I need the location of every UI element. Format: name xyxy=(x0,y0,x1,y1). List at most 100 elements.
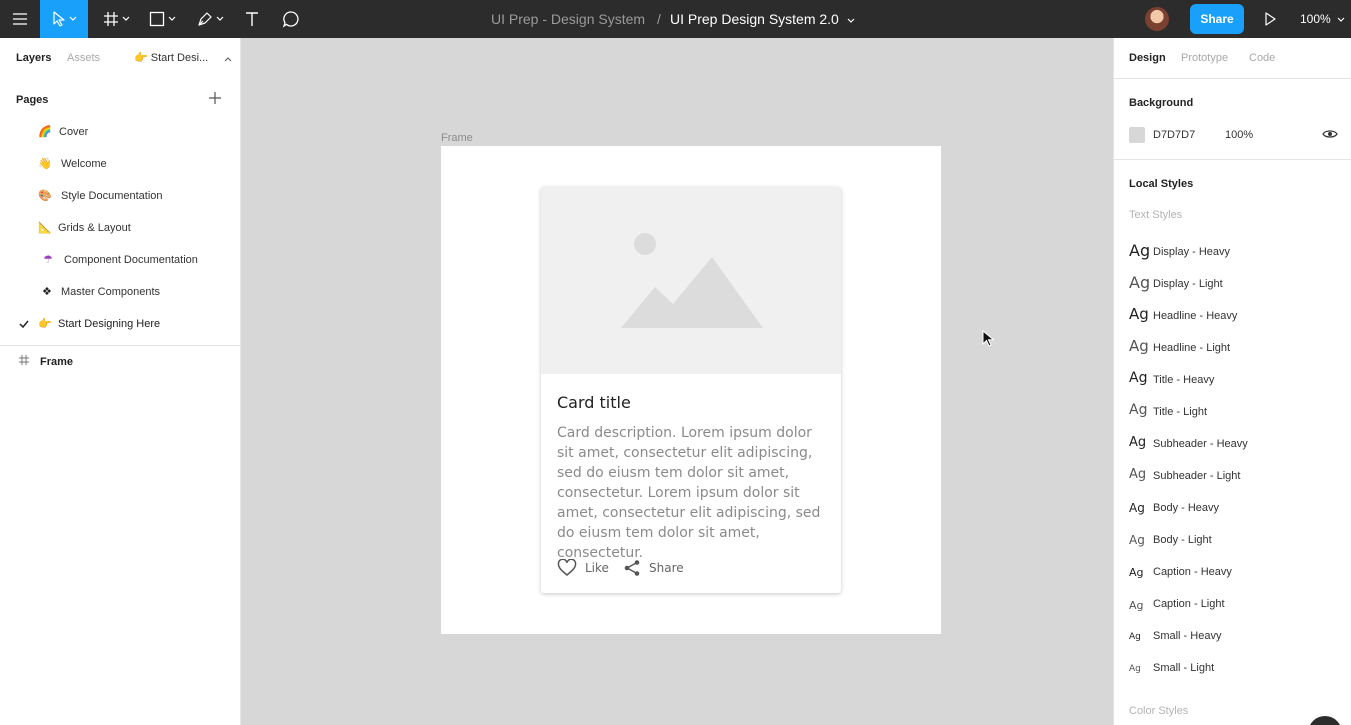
move-tool-button[interactable] xyxy=(40,0,88,38)
text-style-preview: Ag xyxy=(1129,305,1149,323)
text-style-preview: Ag xyxy=(1129,566,1144,579)
like-button[interactable]: Like xyxy=(557,558,609,578)
share-icon xyxy=(624,560,640,576)
pen-tool-button[interactable] xyxy=(190,0,230,38)
card-image-placeholder xyxy=(541,187,841,374)
triangular-ruler-icon: 📐 xyxy=(38,222,52,234)
text-style-title-heavy[interactable]: Ag Title - Heavy xyxy=(1114,364,1351,396)
eye-icon[interactable] xyxy=(1322,128,1338,140)
pen-icon xyxy=(197,12,212,26)
pages-heading: Pages xyxy=(16,94,49,106)
text-style-display-light[interactable]: Ag Display - Light xyxy=(1114,268,1351,300)
text-style-preview: Ag xyxy=(1129,273,1151,292)
text-style-label: Body - Light xyxy=(1153,534,1212,546)
text-style-subheader-light[interactable]: Ag Subheader - Light xyxy=(1114,460,1351,492)
image-placeholder-icon xyxy=(621,233,763,328)
file-name-dropdown[interactable]: UI Prep Design System 2.0 xyxy=(670,0,855,38)
page-label: Master Components xyxy=(61,286,161,298)
zoom-dropdown[interactable]: 100% xyxy=(1300,0,1345,38)
chevron-up-icon[interactable] xyxy=(224,56,232,62)
tab-layers[interactable]: Layers xyxy=(16,52,51,64)
page-item-grids-layout[interactable]: 📐 Grids & Layout xyxy=(0,212,240,244)
text-style-preview: Ag xyxy=(1129,467,1147,482)
card[interactable]: Card title Card description. Lorem ipsum… xyxy=(541,187,841,593)
page-item-start-designing-here[interactable]: 👉 Start Designing Here xyxy=(0,308,240,340)
text-style-label: Display - Heavy xyxy=(1153,246,1231,258)
text-style-title-light[interactable]: Ag Title - Light xyxy=(1114,396,1351,428)
project-name-link[interactable]: UI Prep - Design System xyxy=(491,0,645,38)
text-style-small-heavy[interactable]: Ag Small - Heavy xyxy=(1114,620,1351,652)
text-style-preview: Ag xyxy=(1129,402,1148,418)
main-menu-button[interactable] xyxy=(0,0,40,38)
current-page-selector[interactable]: 👉 Start Desi... xyxy=(134,51,208,64)
background-opacity-input[interactable]: 100% xyxy=(1225,129,1253,141)
text-tool-button[interactable] xyxy=(236,0,268,38)
text-style-headline-light[interactable]: Ag Headline - Light xyxy=(1114,332,1351,364)
divider xyxy=(1114,159,1351,160)
right-panel: Design Prototype Code Background D7D7D7 … xyxy=(1113,38,1351,725)
share-button[interactable]: Share xyxy=(1190,4,1244,34)
background-hex-input[interactable]: D7D7D7 xyxy=(1153,129,1195,141)
help-button[interactable] xyxy=(1308,716,1342,725)
frame-hash-icon xyxy=(19,355,29,365)
component-icon: ❖ xyxy=(42,286,52,298)
like-label: Like xyxy=(585,561,609,575)
left-panel-tabs: Layers Assets 👉 Start Desi... xyxy=(0,38,240,78)
page-item-master-components[interactable]: ❖ Master Components xyxy=(0,276,240,308)
text-style-caption-light[interactable]: Ag Caption - Light xyxy=(1114,588,1351,620)
chevron-down-icon xyxy=(216,16,223,21)
text-style-display-heavy[interactable]: Ag Display - Heavy xyxy=(1114,236,1351,268)
breadcrumb-separator: / xyxy=(657,11,661,27)
add-page-icon[interactable] xyxy=(208,91,222,105)
text-style-headline-heavy[interactable]: Ag Headline - Heavy xyxy=(1114,300,1351,332)
divider xyxy=(0,345,240,346)
toolbar: UI Prep - Design System / UI Prep Design… xyxy=(0,0,1351,38)
layer-item-frame[interactable]: Frame xyxy=(0,348,240,376)
text-style-label: Small - Heavy xyxy=(1153,630,1222,642)
shape-tool-button[interactable] xyxy=(142,0,182,38)
text-styles-heading: Text Styles xyxy=(1129,209,1183,221)
text-style-body-light[interactable]: Ag Body - Light xyxy=(1114,524,1351,556)
page-item-style-documentation[interactable]: 🎨 Style Documentation xyxy=(0,180,240,212)
present-button[interactable] xyxy=(1258,0,1282,38)
comment-tool-button[interactable] xyxy=(274,0,308,38)
frame-tool-button[interactable] xyxy=(96,0,136,38)
text-style-label: Subheader - Light xyxy=(1153,470,1241,482)
text-style-preview: Ag xyxy=(1129,533,1145,547)
page-item-cover[interactable]: 🌈 Cover xyxy=(0,116,240,148)
text-style-label: Caption - Light xyxy=(1153,598,1225,610)
tab-design[interactable]: Design xyxy=(1129,52,1166,64)
tab-code[interactable]: Code xyxy=(1249,52,1275,64)
text-style-label: Body - Heavy xyxy=(1153,502,1220,514)
rectangle-icon xyxy=(149,11,164,27)
page-item-welcome[interactable]: 👋 Welcome xyxy=(0,148,240,180)
frame[interactable]: Card title Card description. Lorem ipsum… xyxy=(441,146,941,634)
text-style-preview: Ag xyxy=(1129,435,1147,450)
text-style-caption-heavy[interactable]: Ag Caption - Heavy xyxy=(1114,556,1351,588)
card-title: Card title xyxy=(557,393,631,412)
text-icon xyxy=(246,12,258,26)
frame-label[interactable]: Frame xyxy=(441,132,473,144)
text-style-label: Caption - Heavy xyxy=(1153,566,1232,578)
text-style-label: Title - Light xyxy=(1153,406,1208,418)
text-style-preview: Ag xyxy=(1129,501,1145,515)
tab-assets[interactable]: Assets xyxy=(67,52,100,64)
local-styles-heading: Local Styles xyxy=(1129,178,1194,190)
text-style-small-light[interactable]: Ag Small - Light xyxy=(1114,652,1351,684)
text-style-label: Subheader - Heavy xyxy=(1153,438,1248,450)
chevron-down-icon xyxy=(1337,17,1345,22)
heart-icon xyxy=(557,559,577,576)
text-style-body-heavy[interactable]: Ag Body - Heavy xyxy=(1114,492,1351,524)
share-action-button[interactable]: Share xyxy=(623,558,684,578)
file-name-label: UI Prep Design System 2.0 xyxy=(670,11,839,27)
page-label: Cover xyxy=(59,126,89,138)
page-item-component-documentation[interactable]: ☂ Component Documentation xyxy=(0,244,240,276)
user-avatar[interactable] xyxy=(1145,7,1169,31)
page-label: Grids & Layout xyxy=(58,222,131,234)
waving-hand-icon: 👋 xyxy=(38,158,52,170)
text-style-subheader-heavy[interactable]: Ag Subheader - Heavy xyxy=(1114,428,1351,460)
rainbow-icon: 🌈 xyxy=(38,126,52,138)
tab-prototype[interactable]: Prototype xyxy=(1181,52,1228,64)
background-color-swatch[interactable] xyxy=(1129,127,1145,143)
canvas[interactable]: Frame Card title Card description. Lorem… xyxy=(241,38,1113,725)
